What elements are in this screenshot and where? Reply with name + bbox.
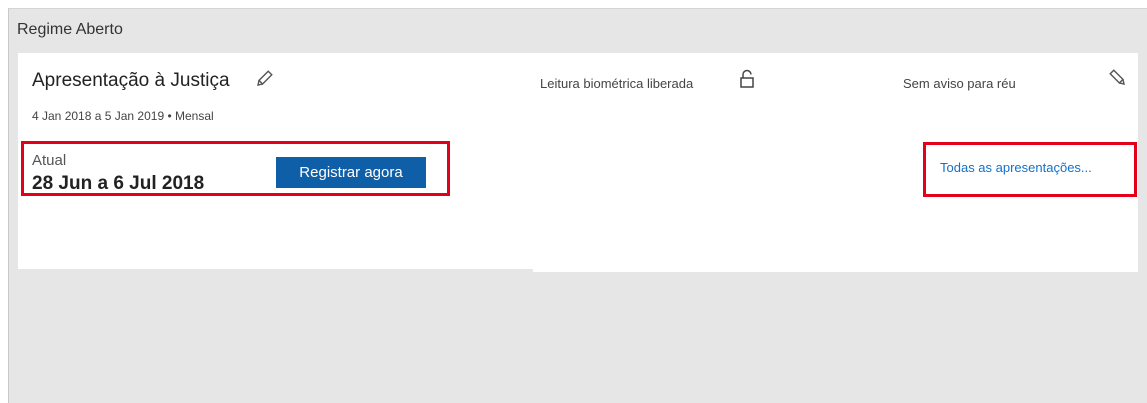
all-presentations-link[interactable]: Todas as apresentações... bbox=[940, 160, 1092, 175]
current-period: 28 Jun a 6 Jul 2018 bbox=[32, 173, 205, 194]
regime-panel: Regime Aberto Apresentação à Justiça 4 J… bbox=[8, 8, 1147, 403]
all-presentations-highlight: Todas as apresentações... bbox=[923, 142, 1137, 197]
edit-title-pencil-icon[interactable] bbox=[254, 69, 274, 89]
section-title: Regime Aberto bbox=[17, 21, 123, 38]
edit-notice-pencil-icon[interactable] bbox=[1108, 68, 1128, 88]
card-title: Apresentação à Justiça bbox=[32, 70, 230, 91]
card-bottom-edge bbox=[533, 269, 1138, 272]
biometric-status: Leitura biométrica liberada bbox=[540, 76, 694, 91]
date-range: 4 Jan 2018 a 5 Jan 2019 • Mensal bbox=[32, 109, 214, 123]
current-period-highlight: Atual 28 Jun a 6 Jul 2018 Registrar agor… bbox=[21, 141, 450, 196]
notice-status: Sem aviso para réu bbox=[903, 76, 1016, 91]
register-now-button[interactable]: Registrar agora bbox=[276, 157, 426, 188]
unlocked-padlock-icon[interactable] bbox=[739, 69, 755, 89]
presentation-card: Apresentação à Justiça 4 Jan 2018 a 5 Ja… bbox=[18, 53, 1138, 269]
current-label: Atual bbox=[32, 152, 67, 169]
